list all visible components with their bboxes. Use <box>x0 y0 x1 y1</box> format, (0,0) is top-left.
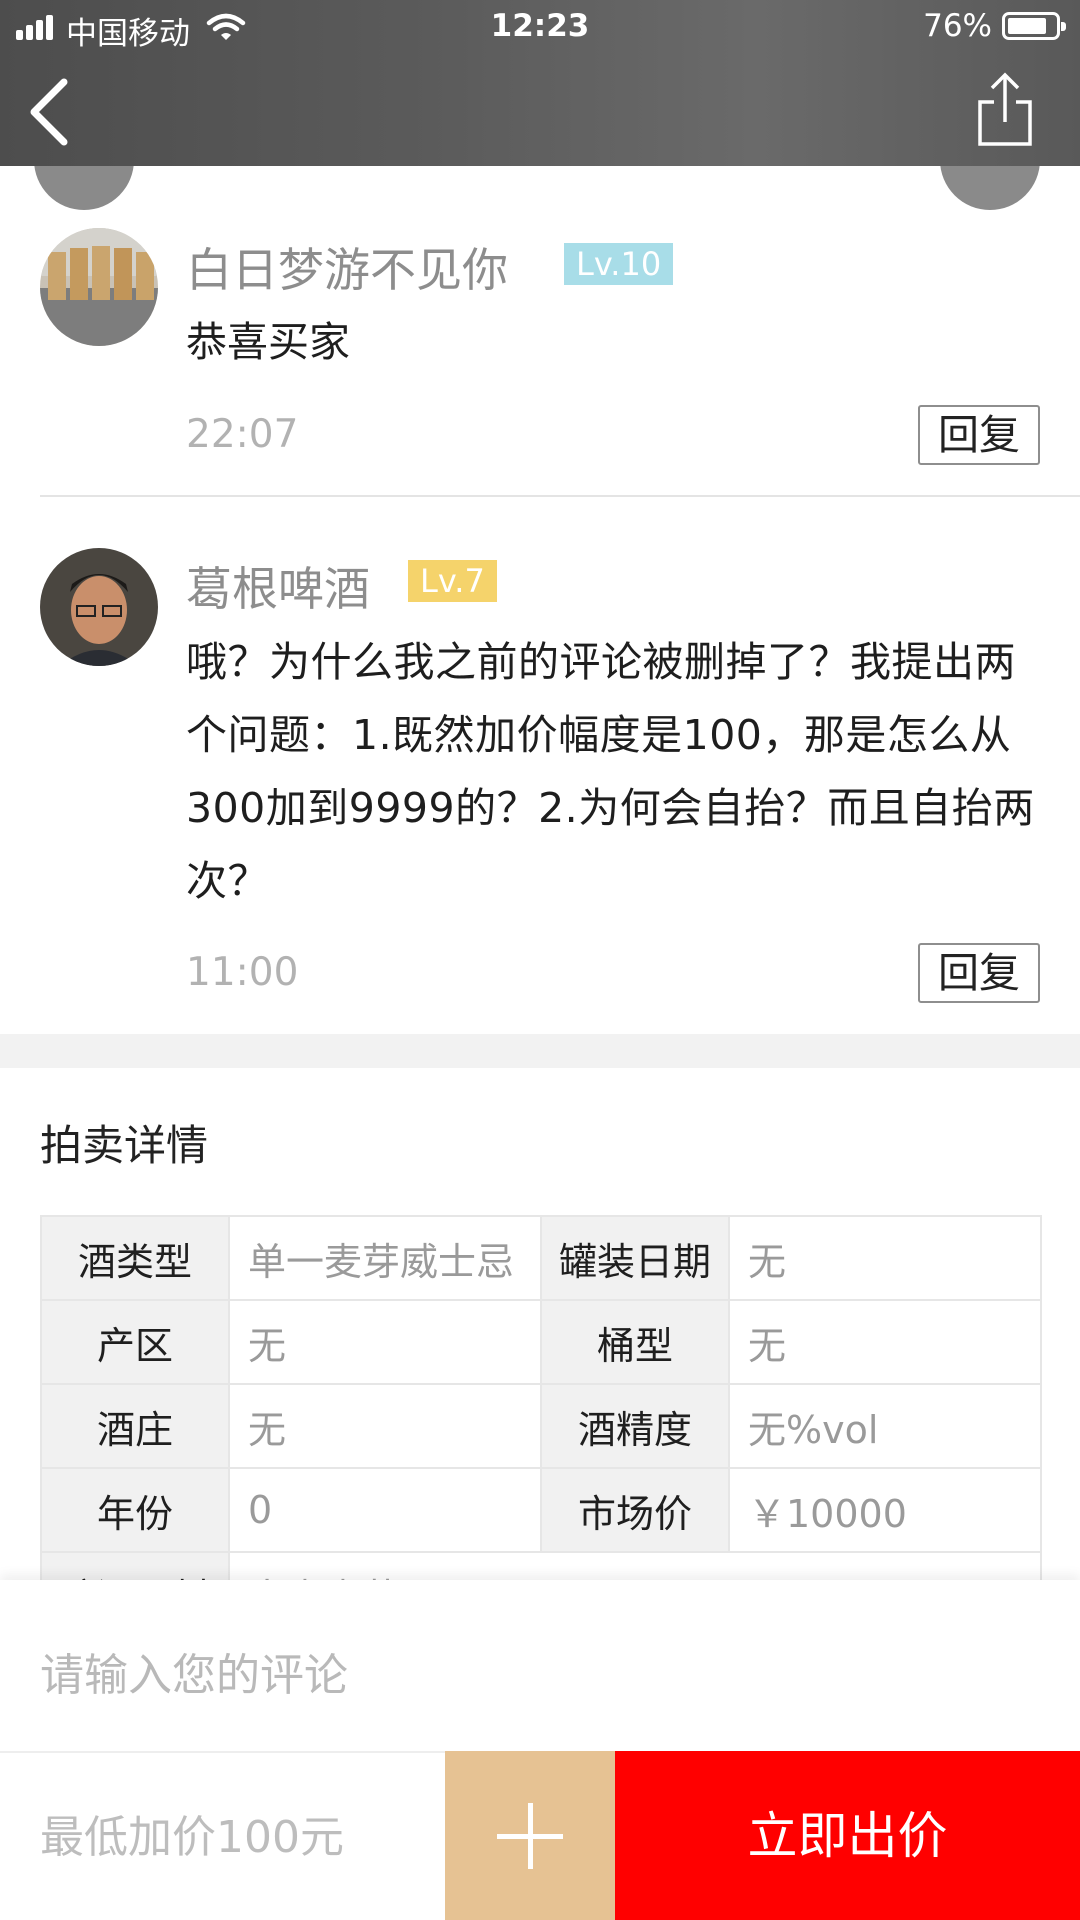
share-icon[interactable] <box>976 72 1034 148</box>
section-gap <box>0 1034 1080 1068</box>
bid-row: 最低加价100元 立即出价 <box>0 1751 1080 1920</box>
detail-value: 0 <box>228 1467 542 1553</box>
status-bar: 中国移动 12:23 76% <box>0 0 1080 54</box>
top-bar: 中国移动 12:23 76% <box>0 0 1080 166</box>
detail-value: 无 <box>228 1299 542 1385</box>
detail-label: 罐装日期 <box>540 1215 730 1301</box>
section-title: 拍卖详情 <box>40 1121 209 1170</box>
comment-input[interactable]: 请输入您的评论 <box>40 1580 1040 1750</box>
battery-icon <box>1002 12 1066 40</box>
detail-label: 市场价 <box>540 1467 730 1553</box>
battery-percent: 76% <box>923 8 992 44</box>
detail-label: 酒类型 <box>40 1215 230 1301</box>
detail-label: 酒庄 <box>40 1383 230 1469</box>
comment-time: 22:07 <box>186 412 299 457</box>
table-row: 年份 0 市场价 ￥10000 <box>40 1467 1042 1553</box>
comment-username[interactable]: 白日梦游不见你 <box>186 234 508 300</box>
bottom-action-bar: 请输入您的评论 最低加价100元 立即出价 <box>0 1580 1080 1920</box>
bid-now-button[interactable]: 立即出价 <box>615 1751 1080 1920</box>
detail-value: 无 <box>728 1299 1042 1385</box>
table-row: 酒类型 单一麦芽威士忌 罐装日期无 <box>40 1215 1042 1301</box>
avatar[interactable] <box>40 548 158 666</box>
detail-value: ￥10000 <box>728 1467 1042 1553</box>
auction-details-table: 酒类型 单一麦芽威士忌 罐装日期无产区无桶型无酒庄无酒精度 无%vol 年份 0 市场价 ￥1… <box>40 1215 1042 1637</box>
detail-label: 酒精度 <box>540 1383 730 1469</box>
level-badge: Lv.10 <box>564 243 674 285</box>
detail-label: 桶型 <box>540 1299 730 1385</box>
detail-label: 年份 <box>40 1467 230 1553</box>
table-row: 酒庄无酒精度 无%vol <box>40 1383 1042 1469</box>
reply-button[interactable]: 回复 <box>918 943 1040 1003</box>
reply-button[interactable]: 回复 <box>918 405 1040 465</box>
status-time: 12:23 <box>490 8 590 44</box>
comment-text: 哦？为什么我之前的评论被删掉了？我提出两个问题：1.既然加价幅度是100，那是怎… <box>186 638 1035 905</box>
comment-time: 11:00 <box>186 950 299 995</box>
back-chevron-icon[interactable] <box>24 76 84 146</box>
comment-username[interactable]: 葛根啤酒 <box>186 553 370 619</box>
divider <box>40 495 1080 497</box>
screen: 中国移动 12:23 76% 白日梦游不见你 Lv.10 恭喜买家 22:07 … <box>0 0 1080 1920</box>
bid-amount-input[interactable]: 最低加价100元 <box>40 1753 440 1920</box>
level-badge: Lv.7 <box>408 560 497 602</box>
detail-value: 无 <box>728 1215 1042 1301</box>
increase-bid-button[interactable] <box>445 1751 615 1920</box>
detail-value: 单一麦芽威士忌 <box>228 1215 542 1301</box>
detail-label: 产区 <box>40 1299 230 1385</box>
comment-text: 恭喜买家 <box>186 318 350 366</box>
avatar[interactable] <box>40 228 158 346</box>
detail-value: 无%vol <box>728 1383 1042 1469</box>
table-row: 产区无桶型无 <box>40 1299 1042 1385</box>
detail-value: 无 <box>228 1383 542 1469</box>
